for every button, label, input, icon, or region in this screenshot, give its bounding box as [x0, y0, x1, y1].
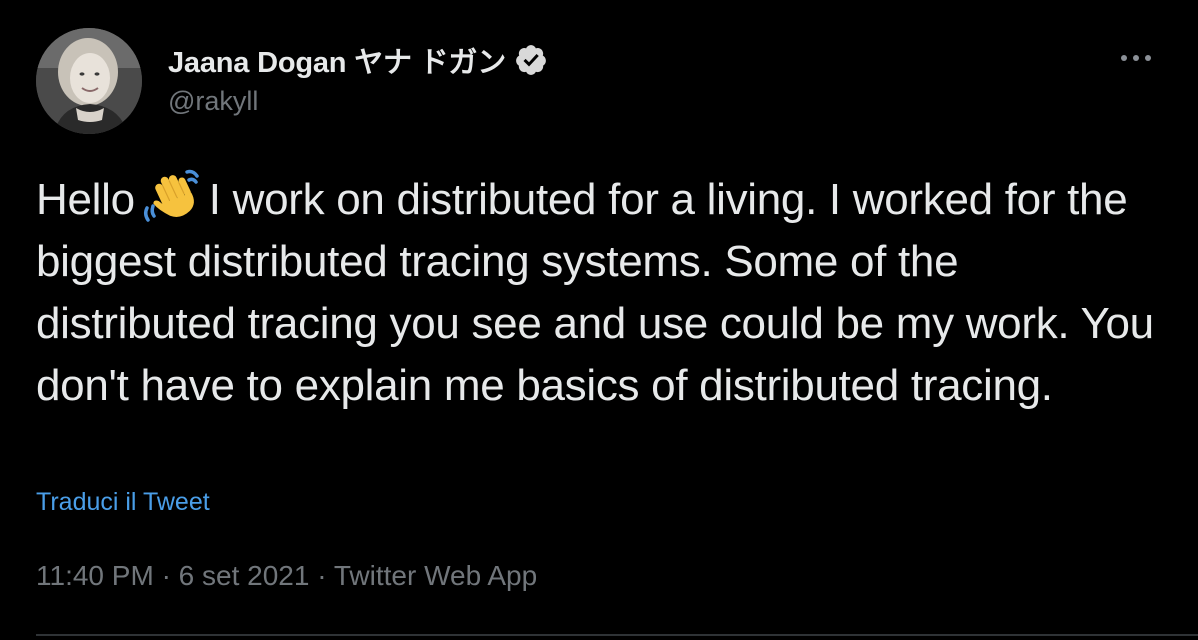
tweet-text: Hello I work on distributed for a living…	[36, 168, 1166, 417]
author-handle[interactable]: @rakyll	[168, 86, 258, 117]
divider	[36, 634, 1198, 636]
meta-separator: ·	[317, 560, 327, 591]
author-name-row[interactable]: Jaana Dogan ヤナ ドガン	[168, 38, 548, 82]
meta-separator: ·	[161, 560, 171, 591]
waving-hand-icon	[141, 168, 205, 224]
translate-tweet-link[interactable]: Traduci il Tweet	[36, 488, 210, 517]
more-options-button[interactable]	[1110, 40, 1162, 76]
avatar-photo	[36, 28, 142, 134]
more-horizontal-icon	[1118, 55, 1154, 61]
tweet-source[interactable]: Twitter Web App	[334, 560, 537, 591]
display-name[interactable]: Jaana Dogan ヤナ ドガン	[168, 39, 506, 81]
tweet-meta: 11:40 PM · 6 set 2021 · Twitter Web App	[36, 560, 537, 592]
avatar[interactable]	[36, 28, 142, 134]
tweet-time[interactable]: 11:40 PM	[36, 560, 154, 591]
tweet: Jaana Dogan ヤナ ドガン @rakyll Hello I work …	[0, 0, 1198, 640]
tweet-text-greeting: Hello	[36, 175, 135, 224]
tweet-date[interactable]: 6 set 2021	[179, 560, 310, 591]
verified-badge-icon	[514, 43, 548, 77]
